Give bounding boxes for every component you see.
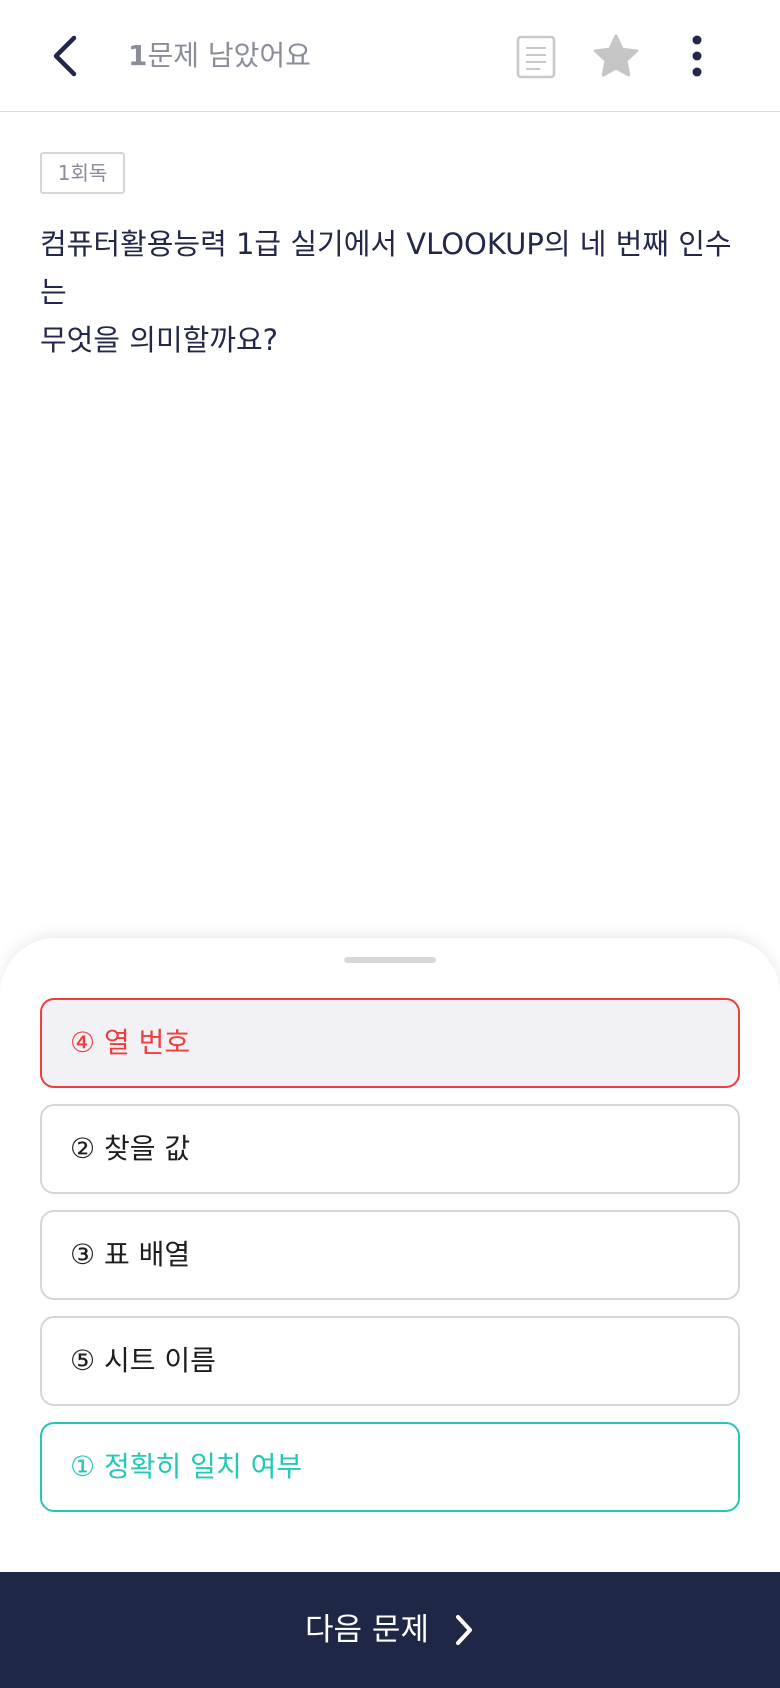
back-button[interactable] xyxy=(46,30,86,82)
question-text: 컴퓨터활용능력 1급 실기에서 VLOOKUP의 네 번째 인수는 무엇을 의미… xyxy=(40,220,740,364)
quiz-screen: 1문제 남았어요 1회독 컴퓨터활용능력 1급 실기에서 VLOOKUP의 네 … xyxy=(0,0,780,1688)
more-options-button[interactable] xyxy=(682,33,712,79)
next-question-label: 다음 문제 xyxy=(305,1612,429,1648)
note-button[interactable] xyxy=(516,35,556,79)
top-app-bar: 1문제 남았어요 xyxy=(0,0,780,112)
bookmark-button[interactable] xyxy=(592,33,640,79)
remaining-count: 1 xyxy=(128,39,148,72)
next-question-button[interactable]: 다음 문제 xyxy=(0,1572,780,1688)
question-line-2: 무엇을 의미할까요? xyxy=(40,323,279,357)
note-icon xyxy=(516,35,556,79)
answer-option[interactable]: ⑤ 시트 이름 xyxy=(40,1316,740,1406)
question-line-1: 컴퓨터활용능력 1급 실기에서 VLOOKUP의 네 번째 인수는 xyxy=(40,227,732,309)
answer-sheet: ④ 열 번호 ② 찾을 값 ③ 표 배열 ⑤ 시트 이름 ① 정확히 일치 여부 xyxy=(0,938,780,1578)
answer-option-correct[interactable]: ① 정확히 일치 여부 xyxy=(40,1422,740,1512)
star-icon xyxy=(593,34,639,77)
answer-option[interactable]: ③ 표 배열 xyxy=(40,1210,740,1300)
chevron-right-icon xyxy=(455,1615,472,1645)
remaining-text: 문제 남았어요 xyxy=(147,39,311,72)
remaining-questions-title: 1문제 남았어요 xyxy=(128,36,311,76)
sheet-drag-handle[interactable] xyxy=(344,957,436,963)
round-badge: 1회독 xyxy=(40,152,125,194)
answer-option[interactable]: ② 찾을 값 xyxy=(40,1104,740,1194)
back-icon xyxy=(53,35,77,77)
more-icon xyxy=(692,35,702,77)
answer-option-wrong[interactable]: ④ 열 번호 xyxy=(40,998,740,1088)
